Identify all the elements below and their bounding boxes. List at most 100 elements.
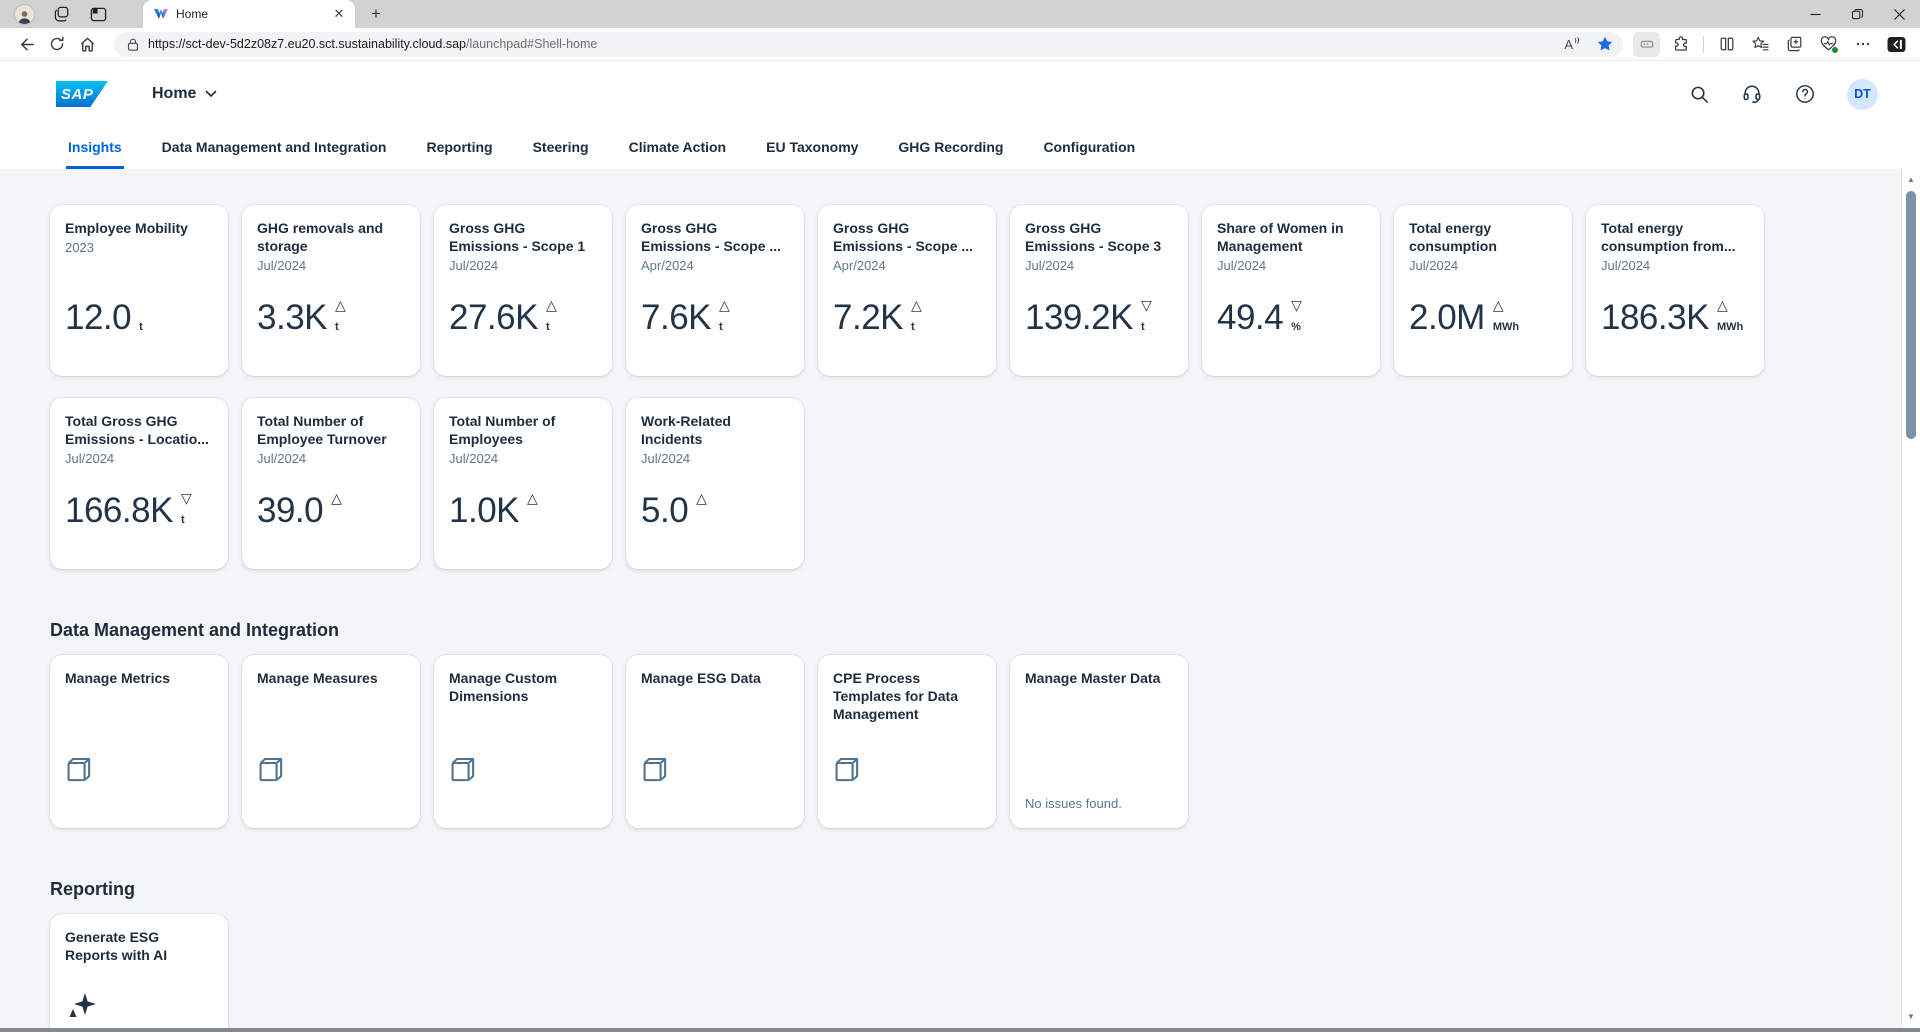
- more-icon[interactable]: [1849, 32, 1876, 57]
- kpi-unit: t: [546, 322, 557, 333]
- kpi-unit: t: [181, 515, 192, 526]
- help-icon[interactable]: [1794, 83, 1816, 105]
- trend-icon: △: [331, 492, 342, 505]
- kpi-unit: MWh: [1717, 322, 1743, 333]
- favorite-star-icon[interactable]: [1597, 36, 1613, 52]
- trend-icon: △: [719, 299, 730, 312]
- tab-close-icon[interactable]: ✕: [331, 6, 347, 22]
- close-button[interactable]: [1878, 0, 1920, 28]
- section-title-reporting: Reporting: [50, 878, 1894, 900]
- shell-header: SAP Home DT: [0, 61, 1920, 127]
- favorites-bar-icon[interactable]: [1747, 32, 1774, 57]
- home-button[interactable]: [72, 31, 102, 57]
- space-title-menu[interactable]: Home: [152, 85, 217, 103]
- kpi-value: 7.2K: [833, 298, 903, 338]
- tab-favicon: [153, 6, 169, 22]
- kpi-tile[interactable]: Total Number of Employees Jul/2024 1.0K …: [434, 398, 612, 569]
- kpi-tile[interactable]: Share of Women in Management Jul/2024 49…: [1202, 205, 1380, 376]
- card-cpe-process-templates[interactable]: CPE Process Templates for Data Managemen…: [818, 655, 996, 828]
- card-manage-master-data[interactable]: Manage Master Data No issues found.: [1010, 655, 1188, 828]
- kpi-tile[interactable]: Total Gross GHG Emissions - Locatio... J…: [50, 398, 228, 569]
- kpi-unit: MWh: [1493, 322, 1519, 333]
- kpi-tile[interactable]: Employee Mobility 2023 12.0 t: [50, 205, 228, 376]
- card-title: Manage Measures: [257, 669, 405, 687]
- trend-icon: ▽: [1291, 299, 1302, 312]
- scrollbar-thumb[interactable]: [1906, 191, 1916, 439]
- support-icon[interactable]: [1741, 83, 1763, 105]
- search-icon[interactable]: [1688, 83, 1710, 105]
- card-generate-esg-reports-ai[interactable]: Generate ESG Reports with AI: [50, 914, 228, 1029]
- sidebar-toggle-icon[interactable]: [1883, 32, 1910, 57]
- nav-tab-ghg-recording[interactable]: GHG Recording: [896, 127, 1005, 169]
- trend-icon: △: [1493, 299, 1519, 312]
- kpi-subtitle: Jul/2024: [449, 257, 597, 274]
- kpi-tile[interactable]: Total Number of Employee Turnover Jul/20…: [242, 398, 420, 569]
- document-box-icon: [65, 755, 213, 787]
- card-manage-custom-dimensions[interactable]: Manage Custom Dimensions: [434, 655, 612, 828]
- section-title-dmi: Data Management and Integration: [50, 619, 1894, 641]
- kpi-value: 139.2K: [1025, 298, 1133, 338]
- scrollbar-down-icon[interactable]: ▼: [1902, 1012, 1920, 1021]
- vertical-tabs-icon[interactable]: [89, 5, 107, 23]
- kpi-title: Gross GHG Emissions - Scope 3: [1025, 219, 1173, 255]
- browser-tab[interactable]: Home ✕: [143, 0, 355, 28]
- address-bar[interactable]: https://sct-dev-5d2z08z7.eu20.sct.sustai…: [114, 32, 1623, 57]
- card-manage-metrics[interactable]: Manage Metrics: [50, 655, 228, 828]
- kpi-title: Total Gross GHG Emissions - Locatio...: [65, 412, 213, 448]
- restore-button[interactable]: [1836, 0, 1878, 28]
- workspaces-icon[interactable]: [53, 5, 71, 23]
- trend-icon: △: [527, 492, 538, 505]
- back-button[interactable]: [12, 31, 42, 57]
- kpi-subtitle: Jul/2024: [449, 450, 597, 467]
- read-aloud-button[interactable]: A: [1564, 37, 1581, 52]
- kpi-tile[interactable]: Gross GHG Emissions - Scope 1 Jul/2024 2…: [434, 205, 612, 376]
- kpi-tile[interactable]: Gross GHG Emissions - Scope ... Apr/2024…: [626, 205, 804, 376]
- kpi-title: Employee Mobility: [65, 219, 213, 237]
- window-bottom-edge: [0, 1028, 1920, 1032]
- nav-tab-data-management[interactable]: Data Management and Integration: [160, 127, 389, 169]
- refresh-button[interactable]: [42, 31, 72, 57]
- sap-launchpad: SAP Home DT Insights Data Management and…: [0, 61, 1920, 1029]
- kpi-tile[interactable]: GHG removals and storage Jul/2024 3.3K △…: [242, 205, 420, 376]
- kpi-tile[interactable]: Gross GHG Emissions - Scope 3 Jul/2024 1…: [1010, 205, 1188, 376]
- scrollbar-up-icon[interactable]: ▲: [1902, 175, 1920, 184]
- kpi-subtitle: Apr/2024: [641, 257, 789, 274]
- new-tab-button[interactable]: +: [363, 1, 389, 27]
- browser-essentials-icon[interactable]: [1815, 32, 1842, 57]
- url-path: /launchpad#Shell-home: [466, 37, 597, 51]
- insights-content: Employee Mobility 2023 12.0 t GHG remova…: [0, 169, 1920, 1029]
- document-box-icon: [449, 755, 597, 787]
- kpi-tile[interactable]: Gross GHG Emissions - Scope ... Apr/2024…: [818, 205, 996, 376]
- extensions-icon[interactable]: [1667, 32, 1694, 57]
- card-title: Manage Custom Dimensions: [449, 669, 597, 705]
- split-screen-icon[interactable]: [1713, 32, 1740, 57]
- card-manage-measures[interactable]: Manage Measures: [242, 655, 420, 828]
- kpi-tile[interactable]: Total energy consumption from... Jul/202…: [1586, 205, 1764, 376]
- card-status: No issues found.: [1025, 796, 1173, 811]
- nav-tab-steering[interactable]: Steering: [531, 127, 591, 169]
- kpi-value: 7.6K: [641, 298, 711, 338]
- password-icon[interactable]: [1633, 32, 1660, 57]
- trend-icon: △: [696, 492, 707, 505]
- minimize-button[interactable]: [1794, 0, 1836, 28]
- kpi-title: Gross GHG Emissions - Scope ...: [833, 219, 981, 255]
- kpi-unit: %: [1291, 322, 1302, 333]
- page-scrollbar[interactable]: ▲ ▼: [1901, 169, 1920, 1029]
- nav-tab-insights[interactable]: Insights: [66, 127, 124, 169]
- profile-avatar[interactable]: [14, 4, 35, 25]
- nav-tab-climate-action[interactable]: Climate Action: [627, 127, 729, 169]
- kpi-subtitle: Jul/2024: [257, 450, 405, 467]
- nav-tab-eu-taxonomy[interactable]: EU Taxonomy: [764, 127, 860, 169]
- lock-icon: [127, 38, 139, 51]
- space-title: Home: [152, 85, 196, 103]
- kpi-tile[interactable]: Total energy consumption Jul/2024 2.0M △…: [1394, 205, 1572, 376]
- nav-tab-reporting[interactable]: Reporting: [424, 127, 494, 169]
- user-avatar[interactable]: DT: [1847, 79, 1878, 110]
- kpi-value: 2.0M: [1409, 298, 1485, 338]
- card-manage-esg-data[interactable]: Manage ESG Data: [626, 655, 804, 828]
- url-text: https://sct-dev-5d2z08z7.eu20.sct.sustai…: [148, 37, 597, 51]
- collections-icon[interactable]: [1781, 32, 1808, 57]
- nav-tab-configuration[interactable]: Configuration: [1041, 127, 1137, 169]
- kpi-tile[interactable]: Work-Related Incidents Jul/2024 5.0 △: [626, 398, 804, 569]
- kpi-unit: t: [719, 322, 730, 333]
